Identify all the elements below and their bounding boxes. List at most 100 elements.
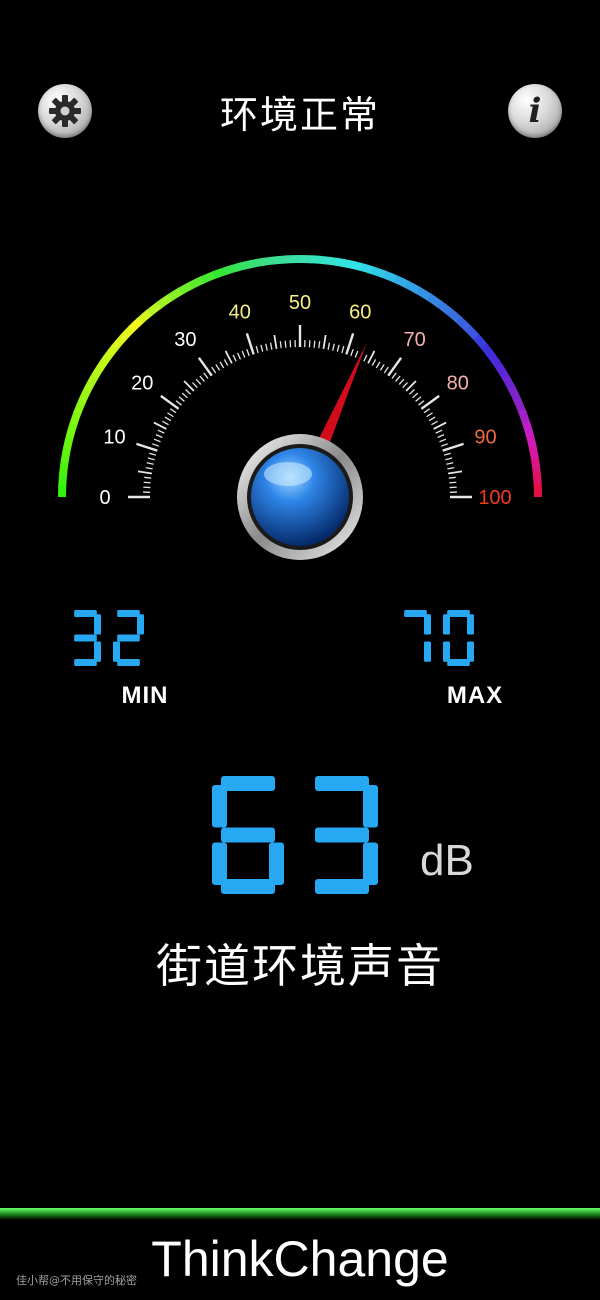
status-title: 环境正常 — [219, 93, 380, 137]
min-reading: MIN — [70, 610, 220, 720]
gauge-tick — [199, 375, 205, 382]
gauge-tick — [260, 344, 264, 352]
gauge-arc-segment — [177, 281, 194, 295]
gauge-tick — [443, 452, 451, 456]
digit-segment — [315, 879, 369, 894]
gauge-arc-segment — [495, 364, 510, 381]
gauge-arc-segment — [488, 353, 503, 370]
min-value-digits — [74, 610, 144, 666]
digit-segment — [221, 776, 275, 791]
gauge-tick — [153, 438, 161, 443]
gauge-tick — [350, 349, 354, 357]
gauge-tick-label: 100 — [478, 487, 511, 509]
gauge-tick — [445, 457, 453, 461]
digit-segment — [363, 785, 378, 828]
gauge-tick-label: 40 — [229, 302, 251, 324]
digit-segment — [221, 827, 275, 843]
gauge-tick — [279, 341, 282, 349]
settings-button[interactable] — [38, 84, 92, 138]
gauge-tick-label: 70 — [403, 329, 425, 351]
gauge-tick — [383, 366, 389, 374]
gauge-tick — [415, 396, 422, 402]
digit-segment — [221, 879, 275, 894]
gauge-tick — [428, 416, 436, 422]
gauge-arc-segment — [426, 293, 443, 308]
min-label: MIN — [121, 682, 169, 709]
gauge-tick — [175, 400, 182, 406]
gauge-tick — [363, 354, 368, 362]
gauge-arc-segment — [69, 410, 82, 426]
gauge-arc-segment — [59, 459, 69, 474]
gauge-tick — [157, 429, 165, 434]
gauge-tick — [446, 462, 454, 465]
gauge-tick — [223, 359, 229, 366]
gauge-tick — [246, 349, 250, 357]
gauge-tick — [431, 420, 438, 426]
gauge-tick-label: 30 — [174, 329, 196, 351]
gauge-hub-highlight — [264, 462, 312, 486]
gauge-arc-segment — [60, 446, 72, 462]
gauge-tick — [146, 462, 154, 465]
digit-segment — [117, 610, 140, 617]
digit-segment — [113, 641, 120, 662]
gauge-arc-segment — [63, 434, 74, 450]
gauge-tick — [155, 434, 163, 439]
gauge-arc-segment — [89, 365, 104, 382]
gauge-tick — [322, 334, 327, 349]
gauge-tick — [160, 394, 180, 410]
gauge-arc-segment — [167, 287, 184, 302]
gauge-tick — [448, 476, 456, 479]
gauge-tick — [192, 382, 198, 389]
digit-segment — [117, 634, 140, 642]
gauge-tick — [273, 334, 278, 349]
gauge-arc-segment — [111, 335, 127, 351]
gauge-tick — [269, 342, 273, 350]
digit-segment — [424, 614, 431, 635]
gauge-arc-segment — [260, 256, 276, 267]
digit-segment — [363, 842, 378, 885]
gauge-tick — [143, 481, 151, 484]
gauge-tick — [391, 372, 397, 379]
digit-segment — [443, 614, 450, 635]
gauge-arc-segment — [446, 308, 462, 324]
gauge-arc-segment — [146, 301, 163, 316]
gauge-tick — [164, 416, 172, 422]
min-max-row: MIN MAX — [0, 610, 600, 720]
gauge-tick — [241, 350, 246, 358]
gauge-tick — [284, 340, 287, 348]
gauge-tick — [183, 380, 195, 392]
gauge-tick — [178, 396, 185, 402]
info-button[interactable]: i — [508, 84, 562, 138]
db-unit: dB — [420, 836, 474, 885]
gauge-tick — [440, 443, 448, 447]
gauge-arc-segment — [405, 280, 421, 295]
gauge-tick — [420, 394, 440, 410]
gauge-tick — [255, 346, 259, 354]
watermark: 佳小帮@不用保守的秘密 — [16, 1274, 137, 1287]
gauge-arc-segment — [481, 343, 496, 360]
digit-segment — [467, 614, 474, 635]
gauge-tick — [237, 352, 242, 360]
gauge-tick — [149, 452, 157, 456]
gauge-tick — [402, 382, 408, 389]
gauge-arc-segment — [323, 256, 338, 266]
gauge-tick-label: 90 — [474, 427, 496, 449]
gauge-tick — [327, 342, 331, 350]
gauge-tick — [336, 344, 340, 352]
gauge-arc-segment — [415, 286, 432, 301]
gauge-arc-segment — [119, 325, 135, 342]
gauge-arc-segment — [436, 300, 453, 316]
gauge-arc-segment — [65, 422, 78, 438]
gauge-tick — [169, 408, 177, 414]
gauge-arc-segment — [103, 344, 119, 361]
digit-segment — [117, 659, 140, 666]
gauge-tick — [167, 412, 174, 418]
gauge-arc-segment — [73, 398, 87, 415]
gauge-arc-segment — [248, 257, 264, 269]
gauge-arc-segment — [522, 421, 534, 437]
gauge-arc-segment — [189, 275, 205, 290]
gauge-arc-segment — [78, 387, 92, 403]
current-db-digits — [212, 776, 378, 894]
gauge-arc-segment — [311, 255, 326, 265]
gauge-tick — [387, 357, 403, 377]
